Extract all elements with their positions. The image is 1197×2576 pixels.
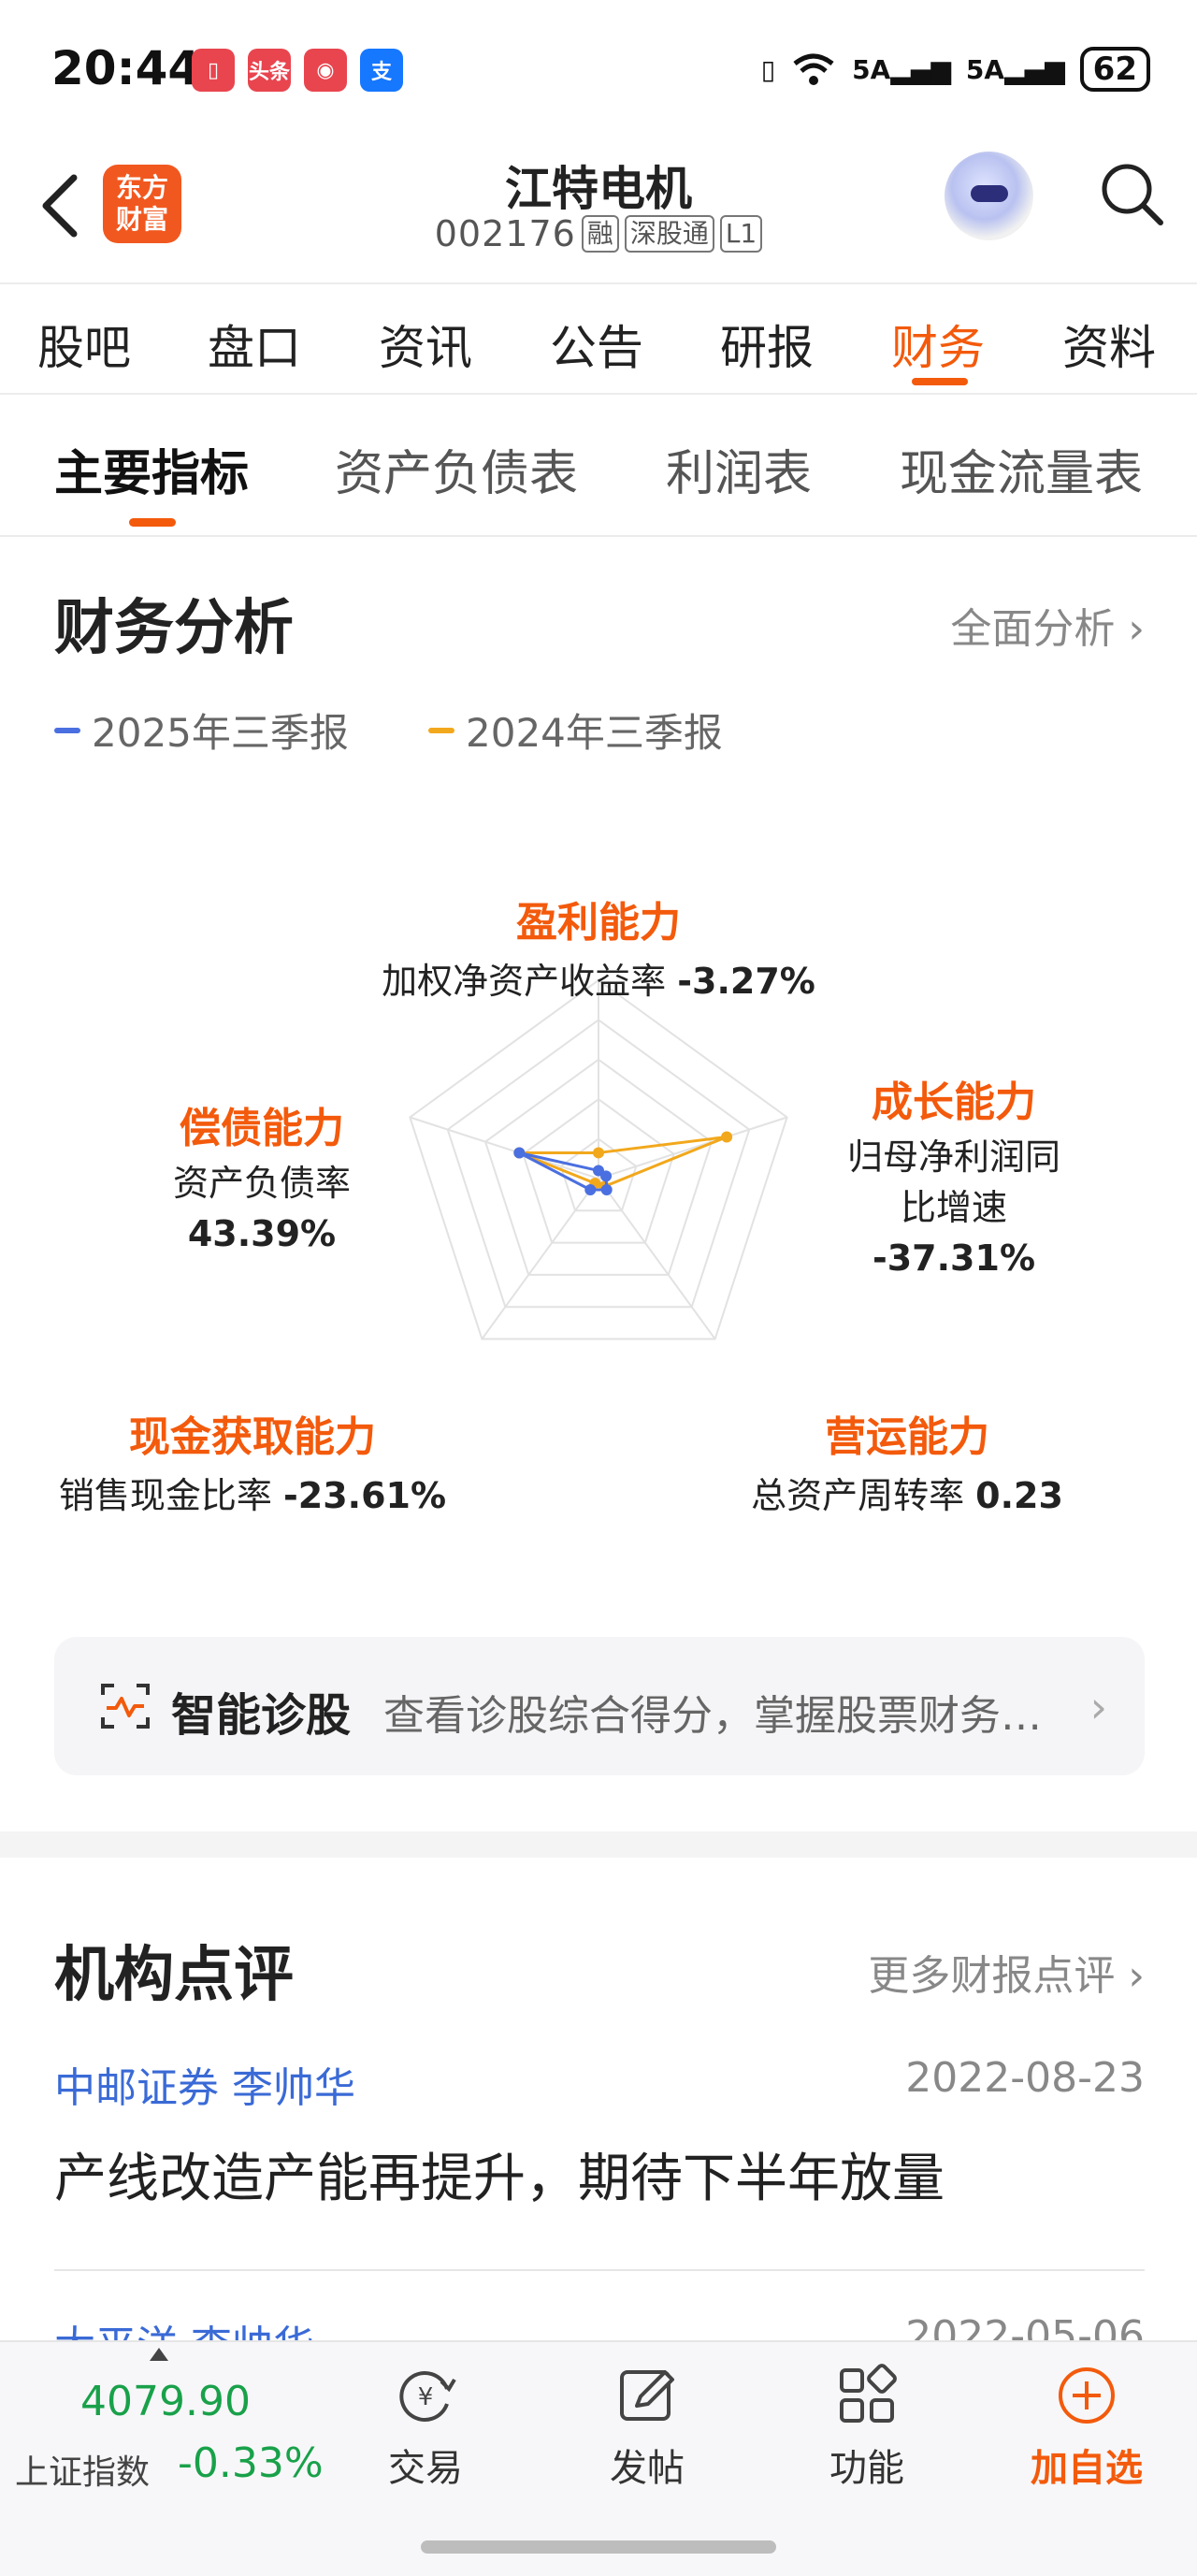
- section-separator: [0, 1831, 1197, 1858]
- review-title[interactable]: 产线改造产能再提升，期待下半年放量: [54, 2136, 945, 2212]
- review-source[interactable]: 中邮证券 李帅华: [54, 2054, 355, 2114]
- analysis-title: 财务分析: [54, 594, 294, 663]
- review-date: 2022-08-23: [905, 2054, 1145, 2102]
- add-watchlist-button[interactable]: 加自选: [1017, 2363, 1157, 2492]
- diagnosis-text: 查看诊股综合得分，掌握股票财务…: [383, 1692, 1042, 1740]
- metric-profit-title: 盈利能力: [516, 899, 681, 947]
- tab-news[interactable]: 资讯: [379, 311, 472, 378]
- legend-swatch-2024: [428, 727, 454, 733]
- trade-label: 交易: [388, 2447, 463, 2490]
- post-label: 发帖: [610, 2447, 685, 2490]
- legend-2024: 2024年三季报: [428, 702, 723, 759]
- subtab-balance-sheet[interactable]: 资产负债表: [335, 434, 578, 504]
- stock-header: 东方 财富 江特电机 002176 融 深股通 L1: [0, 140, 1197, 281]
- chevron-right-icon: ›: [1128, 605, 1145, 653]
- vibrate-icon: ▯: [760, 53, 776, 85]
- legend-swatch-2025: [54, 727, 80, 733]
- app-icon-reader: ▯: [192, 49, 235, 92]
- tab-research[interactable]: 研报: [720, 311, 814, 378]
- legend-label-2024: 2024年三季报: [466, 710, 723, 756]
- chevron-right-icon: ›: [1089, 1682, 1107, 1732]
- index-change: -0.33%: [178, 2439, 324, 2487]
- tab-announcements[interactable]: 公告: [550, 311, 643, 378]
- diagnosis-title: 智能诊股: [171, 1689, 352, 1742]
- chevron-right-icon: ›: [1128, 1952, 1145, 2000]
- metric-solvency-title: 偿债能力: [180, 1105, 344, 1152]
- status-bar: 20:44 ▯ 头条 ◉ 支 ▯ 5A▂▄▆ 5A▂▄▆ 62: [0, 0, 1197, 140]
- metric-solvency-sub: 资产负债率 43.39%: [172, 1163, 351, 1254]
- metric-growth-sub: 归母净利润同 比增速 -37.31%: [846, 1136, 1060, 1279]
- function-icon: [840, 2364, 897, 2423]
- metric-profit-sub: 加权净资产收益率 -3.27%: [382, 961, 815, 1002]
- radar-point: [721, 1131, 733, 1143]
- radar-axis: [598, 1178, 716, 1340]
- post-button[interactable]: 发帖: [577, 2363, 717, 2492]
- more-reviews-link[interactable]: 更多财报点评 ›: [868, 1942, 1145, 2002]
- function-label: 功能: [829, 2447, 904, 2490]
- app-icon-alipay: 支: [360, 49, 403, 92]
- subtab-cash-flow[interactable]: 现金流量表: [900, 434, 1143, 504]
- legend-2025: 2025年三季报: [54, 702, 349, 759]
- status-indicators: ▯ 5A▂▄▆ 5A▂▄▆ 62: [761, 47, 1150, 92]
- bottom-bar: 4079.90 上证指数 -0.33% ¥ 交易 发帖 功能 加自选: [0, 2340, 1197, 2576]
- metric-cash-title: 现金获取能力: [129, 1413, 376, 1461]
- tab-guba[interactable]: 股吧: [37, 311, 131, 378]
- subtab-income-statement[interactable]: 利润表: [666, 434, 812, 504]
- add-watch-icon: [1059, 2367, 1115, 2424]
- home-indicator[interactable]: [421, 2540, 776, 2554]
- metric-operation-title: 营运能力: [825, 1413, 989, 1461]
- radar-chart: 盈利能力 加权净资产收益率 -3.27% 成长能力 归母净利润同 比增速 -37…: [0, 823, 1197, 1571]
- index-value: 4079.90: [80, 2378, 251, 2425]
- reviews-title: 机构点评: [54, 1941, 294, 2010]
- post-icon: [620, 2370, 674, 2421]
- tab-profile[interactable]: 资料: [1062, 311, 1156, 378]
- smart-diagnosis-card[interactable]: 智能诊股 查看诊股综合得分，掌握股票财务… ›: [54, 1637, 1145, 1775]
- stock-code: 002176: [434, 213, 576, 254]
- assistant-avatar[interactable]: [945, 152, 1033, 240]
- radar-point: [584, 1184, 597, 1196]
- signal-icon-1: 5A▂▄▆: [852, 53, 951, 85]
- tag-level: L1: [719, 215, 763, 253]
- status-app-icons: ▯ 头条 ◉ 支: [192, 49, 403, 92]
- radar-axis: [410, 1116, 599, 1179]
- legend-label-2025: 2025年三季报: [92, 710, 349, 756]
- sub-tabs: 主要指标 资产负债表 利润表 现金流量表: [0, 397, 1197, 537]
- radar-axis: [481, 1178, 599, 1340]
- search-icon[interactable]: [1099, 161, 1164, 226]
- metric-growth-title: 成长能力: [872, 1078, 1036, 1126]
- add-watch-label: 加自选: [1031, 2447, 1143, 2490]
- metric-cash-sub: 销售现金比率 -23.61%: [58, 1475, 447, 1516]
- active-subtab-indicator: [129, 518, 176, 527]
- full-analysis-link[interactable]: 全面分析 ›: [950, 595, 1145, 655]
- radar-point: [600, 1170, 613, 1182]
- battery-icon: 62: [1079, 47, 1150, 92]
- signal-icon-2: 5A▂▄▆: [965, 53, 1065, 85]
- radar-point: [513, 1147, 526, 1159]
- wifi-icon: [793, 53, 834, 85]
- diagnosis-icon: [101, 1684, 150, 1729]
- status-time: 20:44: [51, 41, 201, 95]
- metric-operation-sub: 总资产周转率 0.23: [751, 1475, 1063, 1516]
- app-icon-toutiao: 头条: [248, 49, 291, 92]
- trade-button[interactable]: ¥ 交易: [355, 2363, 496, 2492]
- subtab-key-indicators[interactable]: 主要指标: [54, 434, 249, 504]
- radar-series-line: [518, 1135, 728, 1189]
- svg-text:¥: ¥: [418, 2383, 434, 2411]
- review-divider: [54, 2269, 1145, 2271]
- index-name: 上证指数: [15, 2453, 151, 2492]
- tab-pankou[interactable]: 盘口: [208, 311, 301, 378]
- radar-point: [593, 1147, 604, 1159]
- main-tabs: 股吧 盘口 资讯 公告 研报 财务 资料: [0, 282, 1197, 395]
- tag-margin: 融: [581, 215, 619, 253]
- function-button[interactable]: 功能: [797, 2363, 937, 2492]
- tab-finance[interactable]: 财务: [891, 311, 985, 378]
- app-icon-music: ◉: [304, 49, 347, 92]
- tag-shenzhen-connect: 深股通: [624, 215, 714, 253]
- active-tab-indicator: [912, 378, 968, 385]
- caret-up-icon: [150, 2348, 168, 2361]
- trade-icon: ¥: [399, 2371, 456, 2422]
- radar-point: [600, 1184, 613, 1196]
